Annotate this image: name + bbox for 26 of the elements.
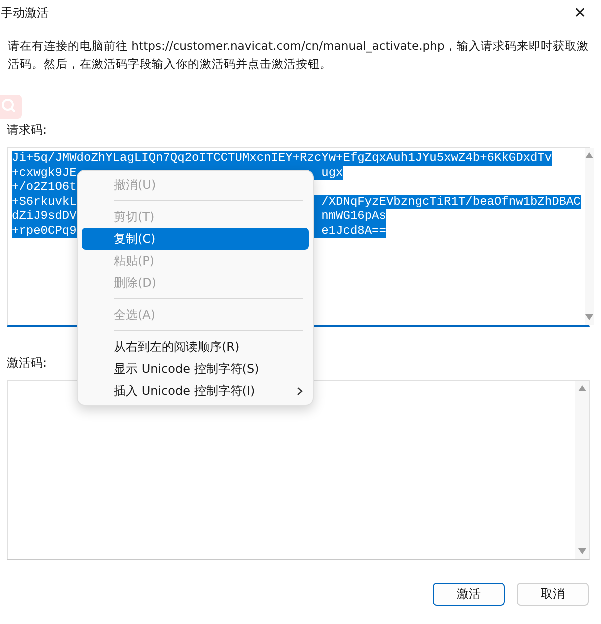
selected-text: nmWG16pAs	[322, 209, 386, 224]
scroll-up-arrow-icon[interactable]	[584, 152, 594, 159]
selected-text: +S6rkuvkL	[12, 194, 77, 209]
menu-item[interactable]: 从右到左的阅读顺序(R)	[82, 336, 309, 358]
selected-text: +rpe0CPq9	[12, 224, 77, 238]
close-button[interactable]: ✕	[570, 4, 591, 22]
cancel-button[interactable]: 取消	[517, 583, 589, 606]
menu-item[interactable]: 插入 Unicode 控制字符(I)	[82, 380, 309, 402]
text-area[interactable]	[7, 380, 590, 560]
window-title: 手动激活	[1, 4, 49, 22]
scroll-up-arrow-icon[interactable]	[578, 385, 586, 392]
field-label: 请求码:	[7, 122, 48, 139]
menu-item[interactable]: 复制(C)	[82, 228, 309, 250]
selected-text: e1Jcd8A==	[322, 224, 386, 238]
selected-text: Ji+5q/JMWdoZhYLagLIQn7Qq2oITCCTUMxcnIEY+RzcYw+EfgZqxAuh1JYu5xwZ4b+6KkGDxdTv	[12, 151, 552, 166]
selected-text: +/o2Z1O6t	[12, 180, 77, 194]
selected-text: dZiJ9sdDV	[12, 209, 77, 224]
menu-item[interactable]: 显示 Unicode 控制字符(S)	[82, 358, 309, 380]
selected-text: +cxwgk9JE	[12, 166, 77, 180]
scroll-down-arrow-icon[interactable]	[578, 548, 586, 555]
field-label: 激活码:	[7, 355, 48, 372]
scroll-down-arrow-icon[interactable]	[584, 314, 594, 321]
instructions-text: 请在有连接的电脑前往 https://customer.navicat.com/cn/manual_activate.php，输入请求码来即时获取激活码。然后，在激活码字段输入你的激活码并点击激活按钮。	[8, 38, 590, 73]
selected-text: /XDNqFyzEVbzngcTiR1T/beaOfnw1bZhDBAC	[322, 194, 581, 209]
activate-button[interactable]: 激活	[433, 583, 505, 606]
selected-text: ugx	[322, 166, 344, 180]
